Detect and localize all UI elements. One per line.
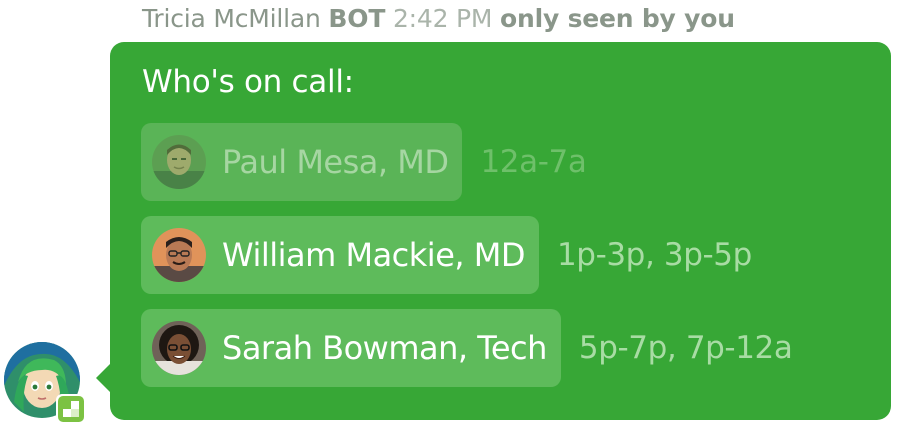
person-chip-william-mackie[interactable]: William Mackie, MD xyxy=(141,216,539,294)
person-chip-paul-mesa[interactable]: Paul Mesa, MD xyxy=(141,123,463,201)
app-badge-icon xyxy=(56,394,86,424)
message-header: Tricia McMillan BOT 2:42 PM only seen by… xyxy=(142,2,735,36)
card-title: Who's on call: xyxy=(142,64,354,100)
paul-mesa-avatar xyxy=(152,135,206,189)
on-call-row: Sarah Bowman, Tech 5p-7p, 7p-12a xyxy=(141,309,793,387)
sarah-bowman-avatar xyxy=(152,321,206,375)
message-timestamp[interactable]: 2:42 PM xyxy=(393,4,493,33)
sender-name[interactable]: Tricia McMillan xyxy=(142,4,321,33)
person-name: Sarah Bowman, Tech xyxy=(222,329,547,367)
visibility-note: only seen by you xyxy=(500,4,735,33)
shift-times: 12a-7a xyxy=(480,144,587,180)
message-bubble: Who's on call: Paul Mesa, MD 12a-7a Will… xyxy=(110,42,891,420)
bot-label: BOT xyxy=(328,4,386,33)
william-mackie-avatar xyxy=(152,228,206,282)
person-name: William Mackie, MD xyxy=(222,236,525,274)
shift-times: 1p-3p, 3p-5p xyxy=(556,237,752,273)
person-name: Paul Mesa, MD xyxy=(222,143,449,181)
on-call-row: Paul Mesa, MD 12a-7a xyxy=(141,123,587,201)
on-call-row: William Mackie, MD 1p-3p, 3p-5p xyxy=(141,216,752,294)
shift-times: 5p-7p, 7p-12a xyxy=(578,330,793,366)
person-chip-sarah-bowman[interactable]: Sarah Bowman, Tech xyxy=(141,309,561,387)
